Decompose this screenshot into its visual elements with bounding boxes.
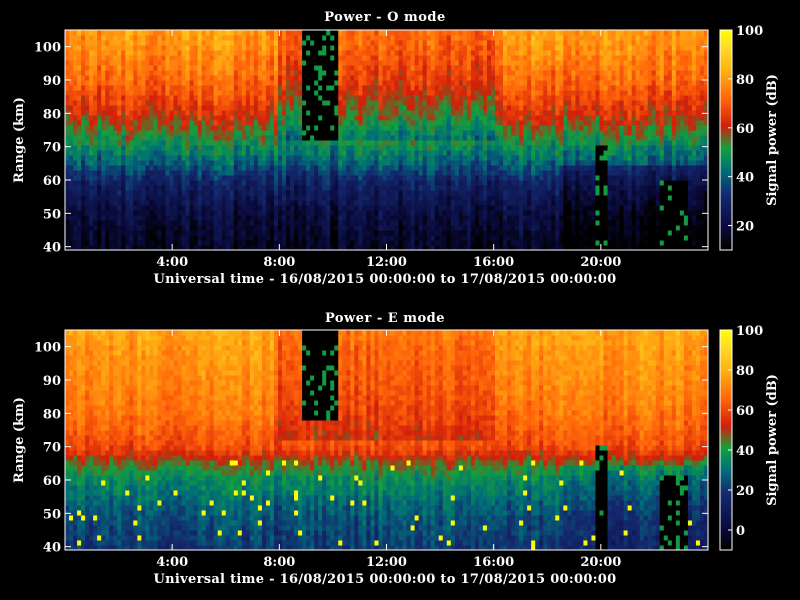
- y-tick-label: 60: [43, 174, 61, 189]
- y-tick-label: 80: [43, 407, 61, 422]
- y-tick-label: 100: [34, 41, 61, 56]
- x-tick-label: 12:00: [366, 255, 407, 270]
- y-tick-label: 90: [43, 374, 61, 389]
- o-mode-panel: Power - O mode 4:00 8:00 12:00 16:00 20:00 40…: [0, 0, 800, 300]
- colorbar-tick-label: 40: [736, 171, 754, 186]
- colorbar-label: Signal power (dB): [765, 74, 780, 206]
- colorbar: [720, 30, 732, 251]
- x-tick-label: 20:00: [580, 555, 621, 570]
- colorbar-tick-label: 20: [736, 484, 754, 499]
- y-axis-label: Range (km): [12, 397, 27, 483]
- y-tick-label: 50: [43, 507, 61, 522]
- x-tick-label: 16:00: [473, 255, 514, 270]
- heatmap-cells: [65, 30, 709, 251]
- x-axis-label: Universal time - 16/08/2015 00:00:00 to …: [153, 272, 617, 287]
- x-tick-label: 8:00: [263, 555, 295, 570]
- y-tick-label: 70: [43, 441, 61, 456]
- e-mode-chart: 4:00 8:00 12:00 16:00 20:00 40 50 60 70 80 90 100 Ra…: [12, 324, 780, 570]
- colorbar-tick-label: 100: [736, 324, 763, 339]
- x-tick-label: 4:00: [156, 555, 188, 570]
- colorbar-tick-label: 0: [736, 524, 745, 539]
- colorbar-label: Signal power (dB): [765, 374, 780, 506]
- colorbar-tick-label: 80: [736, 364, 754, 379]
- heatmap-cells: [65, 330, 709, 551]
- x-tick-label: 4:00: [156, 255, 188, 270]
- x-axis-label: Universal time - 16/08/2015 00:00:00 to …: [153, 572, 617, 587]
- colorbar-tick-label: 60: [736, 122, 754, 137]
- colorbar: [720, 330, 732, 551]
- y-tick-label: 90: [43, 74, 61, 89]
- y-tick-label: 70: [43, 141, 61, 156]
- x-tick-label: 16:00: [473, 555, 514, 570]
- y-tick-label: 80: [43, 107, 61, 122]
- x-tick-label: 20:00: [580, 255, 621, 270]
- e-mode-panel: Power - E mode 4:00 8:00 12:00 16:00 20:00 40…: [0, 300, 800, 600]
- y-tick-label: 100: [34, 341, 61, 356]
- y-tick-label: 40: [43, 541, 61, 556]
- y-axis-label: Range (km): [12, 97, 27, 183]
- colorbar-tick-label: 100: [736, 24, 763, 39]
- colorbar-tick-label: 20: [736, 220, 754, 235]
- x-tick-label: 8:00: [263, 255, 295, 270]
- y-tick-label: 50: [43, 207, 61, 222]
- x-tick-label: 12:00: [366, 555, 407, 570]
- colorbar-tick-label: 40: [736, 444, 754, 459]
- y-tick-label: 60: [43, 474, 61, 489]
- y-tick-label: 40: [43, 241, 61, 256]
- o-mode-chart: 4:00 8:00 12:00 16:00 20:00 40 50 60 70 80 90 100 Ra…: [12, 24, 780, 270]
- colorbar-tick-label: 80: [736, 73, 754, 88]
- colorbar-tick-label: 60: [736, 404, 754, 419]
